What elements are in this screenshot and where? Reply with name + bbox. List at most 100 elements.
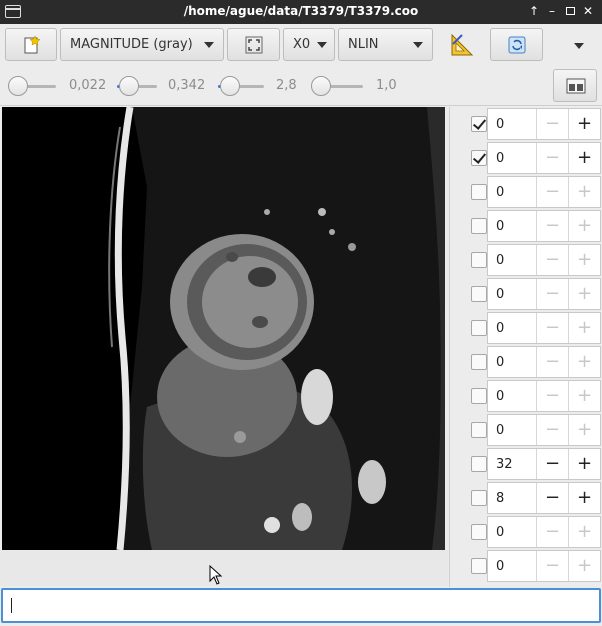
slider-handle[interactable] bbox=[220, 76, 240, 96]
increment-button[interactable]: + bbox=[568, 211, 600, 241]
dimension-checkbox[interactable] bbox=[471, 218, 487, 234]
decrement-button[interactable]: − bbox=[536, 517, 568, 547]
decrement-button[interactable]: − bbox=[536, 109, 568, 139]
refresh-icon bbox=[508, 36, 526, 54]
dimension-row: 0 − + bbox=[450, 413, 601, 447]
decrement-button[interactable]: − bbox=[536, 381, 568, 411]
dimension-spinbox[interactable]: 8 − + bbox=[487, 482, 601, 514]
dimension-row: 0 − + bbox=[450, 141, 601, 175]
decrement-button[interactable]: − bbox=[536, 211, 568, 241]
dimension-spinbox[interactable]: 32 − + bbox=[487, 448, 601, 480]
dimension-spinbox[interactable]: 0 − + bbox=[487, 142, 601, 174]
decrement-button[interactable]: − bbox=[536, 313, 568, 343]
increment-button[interactable]: + bbox=[568, 279, 600, 309]
increment-button[interactable]: + bbox=[568, 551, 600, 581]
increment-button[interactable]: + bbox=[568, 143, 600, 173]
dimension-checkbox[interactable] bbox=[471, 422, 487, 438]
decrement-button[interactable]: − bbox=[536, 143, 568, 173]
dimension-spinbox[interactable]: 0 − + bbox=[487, 516, 601, 548]
dimension-spinbox[interactable]: 0 − + bbox=[487, 380, 601, 412]
slider-max[interactable] bbox=[117, 76, 157, 96]
more-menu-button[interactable] bbox=[568, 32, 592, 58]
close-icon[interactable]: ✕ bbox=[580, 3, 596, 19]
dimension-spinbox[interactable]: 0 − + bbox=[487, 414, 601, 446]
decrement-button[interactable]: − bbox=[536, 279, 568, 309]
dimension-checkbox[interactable] bbox=[471, 286, 487, 302]
dimension-value: 0 bbox=[496, 355, 505, 370]
dimension-row: 0 − + bbox=[450, 107, 601, 141]
dimension-spinbox[interactable]: 0 − + bbox=[487, 550, 601, 582]
slider-alpha[interactable] bbox=[311, 76, 363, 96]
increment-button[interactable]: + bbox=[568, 347, 600, 377]
slider-handle[interactable] bbox=[8, 76, 28, 96]
layout-toggle-button[interactable] bbox=[553, 69, 597, 102]
dimension-checkbox[interactable] bbox=[471, 524, 487, 540]
new-button[interactable] bbox=[5, 28, 57, 61]
command-input[interactable] bbox=[1, 588, 601, 623]
dimension-value: 0 bbox=[496, 321, 505, 336]
increment-button[interactable]: + bbox=[568, 517, 600, 547]
dimension-checkbox[interactable] bbox=[471, 116, 487, 132]
dimension-spinbox[interactable]: 0 − + bbox=[487, 210, 601, 242]
dimension-spinbox[interactable]: 0 − + bbox=[487, 176, 601, 208]
scale-label: NLIN bbox=[348, 37, 379, 52]
image-viewer[interactable] bbox=[2, 107, 445, 550]
dimension-checkbox[interactable] bbox=[471, 558, 487, 574]
decrement-button[interactable]: − bbox=[536, 245, 568, 275]
decrement-button[interactable]: − bbox=[536, 483, 568, 513]
dimension-spinbox[interactable]: 0 − + bbox=[487, 108, 601, 140]
dimension-spinbox[interactable]: 0 − + bbox=[487, 312, 601, 344]
dimension-checkbox[interactable] bbox=[471, 150, 487, 166]
increment-button[interactable]: + bbox=[568, 381, 600, 411]
dimension-checkbox[interactable] bbox=[471, 354, 487, 370]
slider-max-value: 0,342 bbox=[168, 78, 206, 93]
increment-button[interactable]: + bbox=[568, 449, 600, 479]
slider-gamma[interactable] bbox=[218, 76, 264, 96]
increment-button[interactable]: + bbox=[568, 109, 600, 139]
dimension-value: 0 bbox=[496, 117, 505, 132]
fit-to-view-icon bbox=[245, 36, 263, 54]
dimension-checkbox[interactable] bbox=[471, 252, 487, 268]
decrement-button[interactable]: − bbox=[536, 347, 568, 377]
measure-button[interactable] bbox=[446, 31, 478, 59]
decrement-button[interactable]: − bbox=[536, 449, 568, 479]
dimension-checkbox[interactable] bbox=[471, 456, 487, 472]
dimension-value: 0 bbox=[496, 423, 505, 438]
increment-button[interactable]: + bbox=[568, 245, 600, 275]
dimension-spinbox[interactable]: 0 − + bbox=[487, 278, 601, 310]
increment-button[interactable]: + bbox=[568, 177, 600, 207]
slider-min[interactable] bbox=[8, 76, 56, 96]
colormap-dropdown[interactable]: MAGNITUDE (gray) bbox=[60, 28, 224, 61]
dimension-checkbox[interactable] bbox=[471, 320, 487, 336]
chevron-down-icon bbox=[574, 43, 584, 49]
axis-dropdown[interactable]: X0 bbox=[283, 28, 335, 61]
dimension-row: 0 − + bbox=[450, 209, 601, 243]
increment-button[interactable]: + bbox=[568, 415, 600, 445]
up-arrow-icon[interactable]: ↑ bbox=[526, 3, 542, 19]
minimize-icon[interactable]: – bbox=[544, 3, 560, 19]
dimension-row: 0 − + bbox=[450, 311, 601, 345]
decrement-button[interactable]: − bbox=[536, 177, 568, 207]
slider-handle[interactable] bbox=[119, 76, 139, 96]
dimension-row: 0 − + bbox=[450, 345, 601, 379]
dimension-checkbox[interactable] bbox=[471, 184, 487, 200]
dimension-row: 8 − + bbox=[450, 481, 601, 515]
dimension-checkbox[interactable] bbox=[471, 490, 487, 506]
dimension-row: 0 − + bbox=[450, 515, 601, 549]
decrement-button[interactable]: − bbox=[536, 415, 568, 445]
dimension-spinbox[interactable]: 0 − + bbox=[487, 244, 601, 276]
dimension-checkbox[interactable] bbox=[471, 388, 487, 404]
fit-view-button[interactable] bbox=[227, 28, 280, 61]
scale-dropdown[interactable]: NLIN bbox=[338, 28, 433, 61]
maximize-icon[interactable] bbox=[562, 3, 578, 19]
dimension-spinbox[interactable]: 0 − + bbox=[487, 346, 601, 378]
increment-button[interactable]: + bbox=[568, 313, 600, 343]
dimension-value: 0 bbox=[496, 559, 505, 574]
slider-handle[interactable] bbox=[311, 76, 331, 96]
slider-toolbar: 0,022 0,342 2,8 1,0 bbox=[0, 66, 602, 106]
decrement-button[interactable]: − bbox=[536, 551, 568, 581]
refresh-button[interactable] bbox=[490, 28, 543, 61]
increment-button[interactable]: + bbox=[568, 483, 600, 513]
dimension-value: 0 bbox=[496, 185, 505, 200]
dimension-value: 0 bbox=[496, 151, 505, 166]
